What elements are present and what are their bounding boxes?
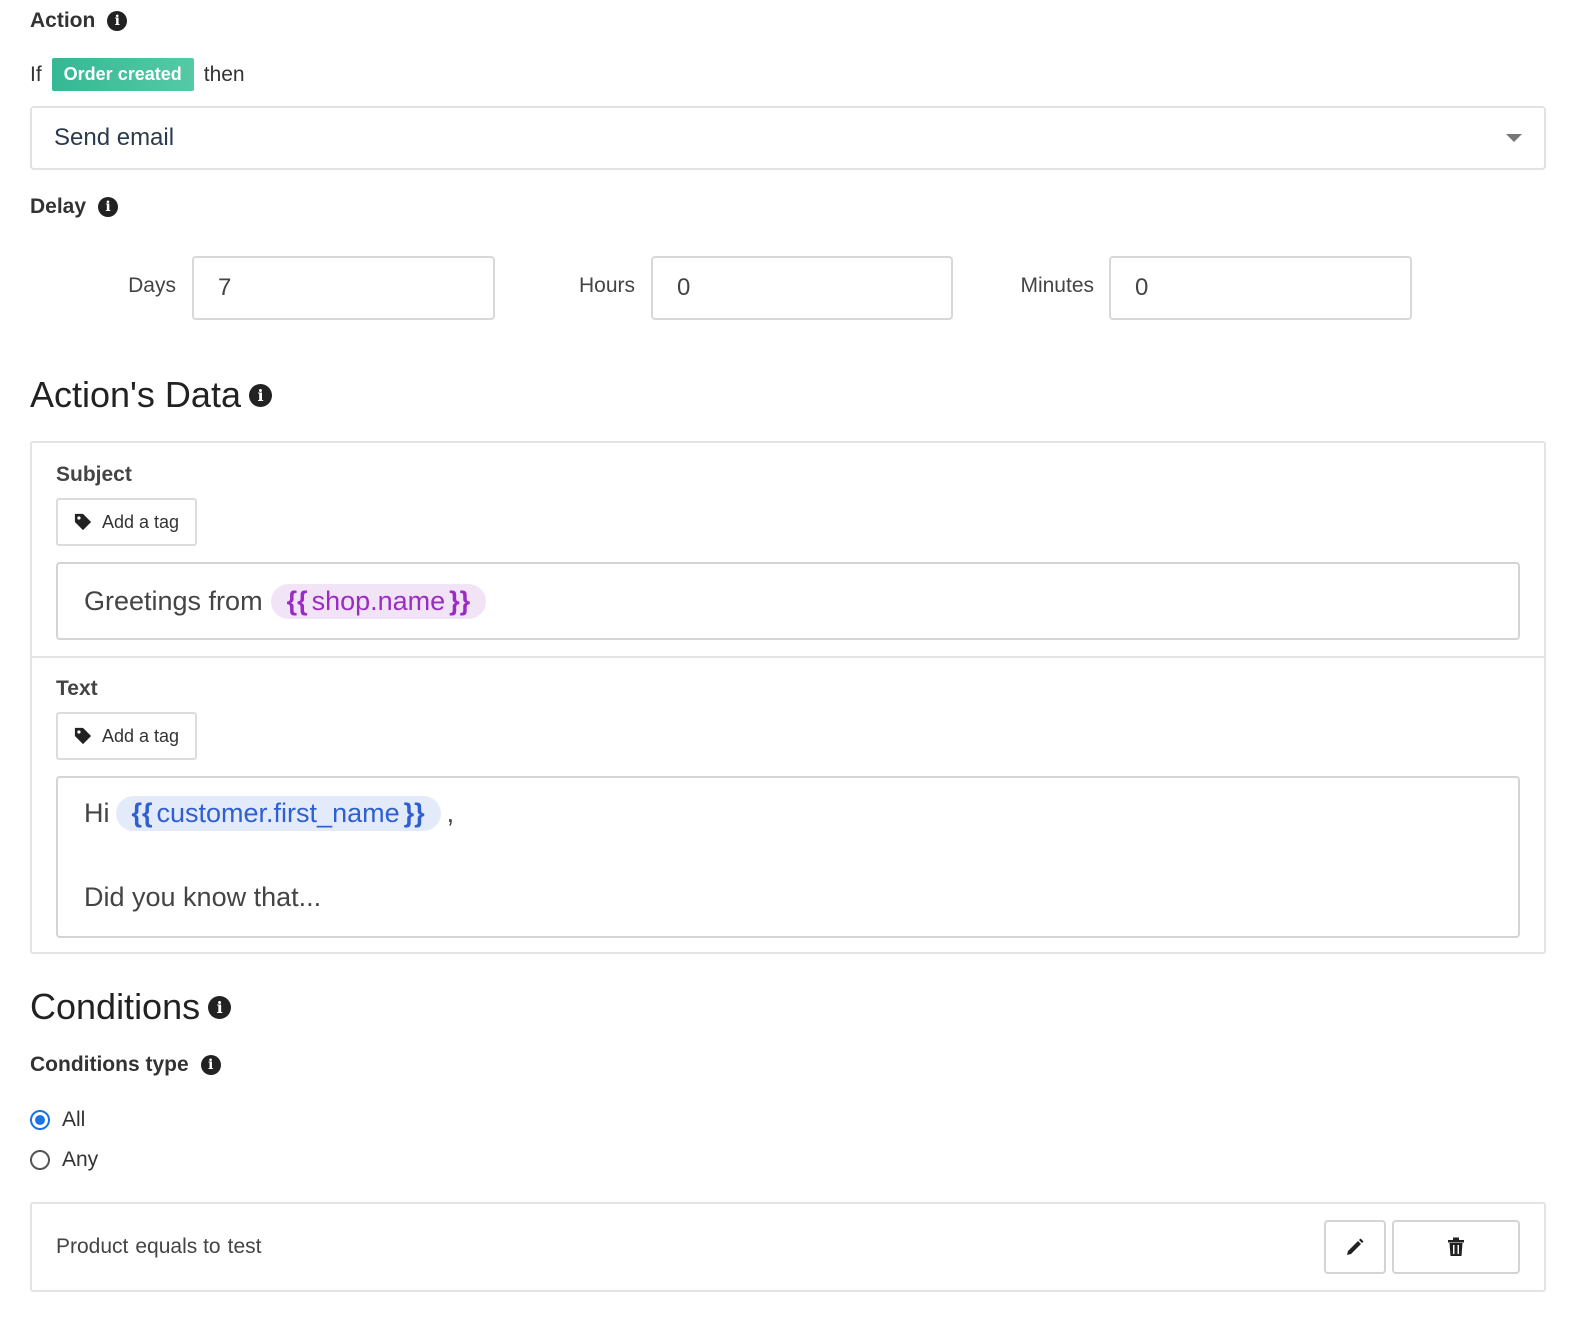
- condition-value: test: [227, 1235, 262, 1258]
- condition-operator: equals to: [135, 1235, 221, 1258]
- text-second-line: Did you know that...: [84, 882, 322, 912]
- radio-option-any[interactable]: Any: [30, 1148, 98, 1172]
- hours-label: Hours: [578, 274, 635, 297]
- info-icon[interactable]: i: [98, 197, 119, 217]
- text-label: Text: [56, 677, 98, 700]
- condition-actions: [1324, 1220, 1520, 1274]
- if-text: If: [30, 62, 42, 86]
- then-text: then: [203, 62, 245, 86]
- days-input[interactable]: [192, 256, 495, 320]
- customer-first-name-tag[interactable]: {{ customer.first_name }}: [115, 796, 441, 831]
- delay-label-row: Delay i: [30, 195, 119, 219]
- conditions-title: Conditions: [30, 986, 201, 1027]
- conditions-title-row: Conditions i: [30, 986, 232, 1028]
- info-icon[interactable]: i: [200, 1055, 221, 1075]
- action-select[interactable]: Send email: [30, 106, 1546, 170]
- condition-rule-text: Product equals to test: [56, 1235, 261, 1259]
- subject-editor[interactable]: Greetings from {{ shop.name }}: [56, 562, 1520, 640]
- tag-open-brace: {{: [131, 798, 153, 828]
- text-editor[interactable]: Hi {{ customer.first_name }} , Did you k…: [56, 776, 1520, 938]
- condition-field: Product: [56, 1235, 129, 1258]
- minutes-input[interactable]: [1109, 256, 1412, 320]
- greeting-text: Hi: [84, 798, 110, 828]
- add-tag-label: Add a tag: [102, 511, 180, 532]
- chevron-down-icon: [1506, 134, 1522, 142]
- tag-close-brace: }}: [403, 798, 425, 828]
- tag-icon: [74, 513, 92, 531]
- days-label: Days: [128, 274, 176, 297]
- actions-data-title: Action's Data: [30, 374, 241, 415]
- trigger-row: If Order created then: [30, 58, 245, 91]
- delete-condition-button[interactable]: [1392, 1220, 1520, 1274]
- subject-add-tag-button[interactable]: Add a tag: [56, 498, 198, 546]
- actions-data-card: Subject Add a tag Greetings from {{ shop…: [30, 441, 1546, 954]
- edit-condition-button[interactable]: [1324, 1220, 1386, 1274]
- conditions-type-label-row: Conditions type i: [30, 1053, 221, 1077]
- tag-icon: [74, 727, 92, 745]
- shop-name-tag[interactable]: {{ shop.name }}: [270, 583, 487, 619]
- text-add-tag-button[interactable]: Add a tag: [56, 712, 198, 760]
- radio-button-checked[interactable]: [30, 1110, 50, 1130]
- tag-open-brace: {{: [286, 585, 308, 616]
- pencil-icon: [1347, 1238, 1364, 1255]
- subject-label: Subject: [56, 463, 132, 486]
- action-label-row: Action i: [30, 9, 128, 33]
- minutes-label: Minutes: [1020, 274, 1094, 297]
- add-tag-label: Add a tag: [102, 725, 180, 746]
- text-first-line: Hi {{ customer.first_name }} ,: [84, 796, 454, 831]
- trigger-badge: Order created: [51, 58, 194, 91]
- info-icon[interactable]: i: [107, 11, 128, 31]
- hours-input[interactable]: [651, 256, 953, 320]
- actions-data-title-row: Action's Data i: [30, 374, 272, 416]
- radio-button[interactable]: [30, 1150, 50, 1170]
- conditions-type-label: Conditions type: [30, 1053, 189, 1076]
- card-divider: [32, 656, 1544, 658]
- trash-icon: [1448, 1237, 1464, 1256]
- info-icon[interactable]: i: [208, 995, 232, 1019]
- tag-name: shop.name: [311, 585, 446, 616]
- action-select-value: Send email: [54, 124, 175, 151]
- action-label: Action: [30, 9, 96, 32]
- condition-rule-card: Product equals to test: [30, 1202, 1546, 1292]
- delay-label: Delay: [30, 195, 87, 218]
- automation-action-form: Action i If Order created then Send emai…: [0, 0, 1570, 1326]
- info-icon[interactable]: i: [248, 383, 272, 407]
- radio-label: Any: [62, 1148, 99, 1171]
- subject-text: Greetings from: [84, 585, 263, 616]
- tag-close-brace: }}: [449, 585, 471, 616]
- tag-name: customer.first_name: [156, 798, 400, 828]
- comma-text: ,: [446, 798, 455, 828]
- radio-label: All: [62, 1108, 86, 1131]
- radio-option-all[interactable]: All: [30, 1108, 85, 1132]
